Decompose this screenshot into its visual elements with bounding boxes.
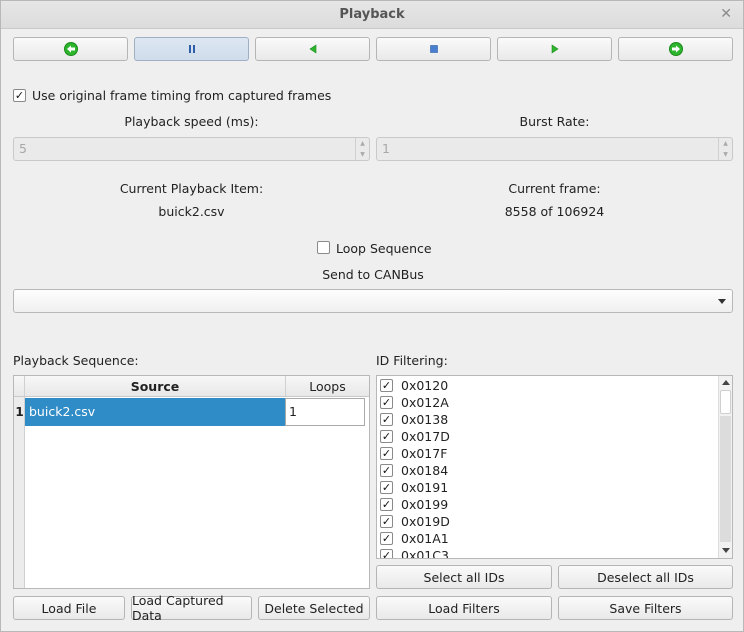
id-filter-label: 0x01C3 [401,548,449,559]
id-filter-label: 0x017D [401,429,450,444]
playback-sequence-table[interactable]: Source Loops 1 buick2.csv 1 [13,375,370,589]
id-filter-checkbox[interactable]: ✓ [380,396,393,409]
id-filter-checkbox[interactable]: ✓ [380,413,393,426]
current-frame-value: 8558 of 106924 [504,204,605,219]
id-filter-checkbox[interactable]: ✓ [380,532,393,545]
id-filter-item[interactable]: ✓ 0x017D [380,428,450,445]
table-header: Source Loops [14,376,369,397]
id-filter-label: 0x0120 [401,378,449,393]
id-filter-item[interactable]: ✓ 0x0120 [380,377,448,394]
id-filter-checkbox[interactable]: ✓ [380,430,393,443]
id-filter-checkbox[interactable]: ✓ [380,481,393,494]
spin-arrows-icon[interactable]: ▲ ▼ [355,138,369,160]
save-filters-button[interactable]: Save Filters [558,596,733,620]
id-filter-checkbox[interactable]: ✓ [380,379,393,392]
burst-rate-spinbox[interactable]: 1 ▲ ▼ [376,137,733,161]
step-forward-button[interactable] [618,37,733,61]
playback-window: Playback ✕ ✓ Use original frame timing f… [0,0,744,632]
burst-rate-label: Burst Rate: [519,114,590,129]
source-column-header[interactable]: Source [25,379,285,394]
select-all-ids-button[interactable]: Select all IDs [376,565,552,589]
green-circle-left-arrow-icon [63,42,78,56]
sequence-source-cell[interactable]: buick2.csv [25,398,285,426]
play-reverse-icon [308,44,316,54]
playback-speed-spinbox[interactable]: 5 ▲ ▼ [13,137,370,161]
playback-sequence-label: Playback Sequence: [13,353,139,368]
id-filter-item[interactable]: ✓ 0x01A1 [380,530,449,547]
id-filter-checkbox[interactable]: ✓ [380,447,393,460]
green-circle-right-arrow-icon [668,42,683,56]
id-filtering-label: ID Filtering: [376,353,448,368]
id-filter-list[interactable]: ✓ 0x0120 ✓ 0x012A ✓ 0x0138 ✓ 0x017D ✓ 0x017F ✓ 0x01… [376,375,733,559]
close-icon[interactable]: ✕ [720,6,732,22]
playback-speed-label: Playback speed (ms): [124,114,259,129]
id-filter-item[interactable]: ✓ 0x019D [380,513,450,530]
spin-arrows-icon[interactable]: ▲ ▼ [718,138,732,160]
scroll-track[interactable] [720,416,731,542]
id-filter-item[interactable]: ✓ 0x0184 [380,462,448,479]
id-filter-item[interactable]: ✓ 0x01C3 [380,547,449,559]
play-icon [551,44,559,54]
id-filter-label: 0x019D [401,514,450,529]
title-bar: Playback ✕ [1,1,743,29]
id-filter-label: 0x012A [401,395,449,410]
id-filter-label: 0x0191 [401,480,449,495]
current-item-value: buick2.csv [158,204,225,219]
current-frame-label: Current frame: [508,181,601,196]
id-filter-item[interactable]: ✓ 0x0138 [380,411,448,428]
id-filter-item[interactable]: ✓ 0x0191 [380,479,448,496]
id-filter-label: 0x0184 [401,463,449,478]
id-filter-item[interactable]: ✓ 0x0199 [380,496,448,513]
playback-speed-value: 5 [19,141,27,156]
scroll-thumb[interactable] [720,390,731,414]
deselect-all-ids-button[interactable]: Deselect all IDs [558,565,733,589]
id-filter-label: 0x017F [401,446,448,461]
reverse-play-button[interactable] [255,37,370,61]
pause-icon [188,45,195,53]
play-button[interactable] [497,37,612,61]
burst-rate-value: 1 [382,141,390,156]
original-timing-label: Use original frame timing from captured … [32,88,332,103]
id-filter-checkbox[interactable]: ✓ [380,515,393,528]
original-timing-checkbox[interactable]: ✓ [13,89,26,102]
scroll-down-icon[interactable] [722,548,730,553]
corner-header [14,376,25,396]
loop-sequence-label: Loop Sequence [336,241,432,256]
id-filter-label: 0x0138 [401,412,449,427]
load-filters-button[interactable]: Load Filters [376,596,552,620]
stop-button[interactable] [376,37,491,61]
id-filter-label: 0x01A1 [401,531,449,546]
stop-icon [429,45,438,53]
sequence-loops-cell[interactable]: 1 [285,398,365,426]
id-filter-checkbox[interactable]: ✓ [380,464,393,477]
id-filter-checkbox[interactable]: ✓ [380,498,393,511]
current-item-label: Current Playback Item: [119,181,264,196]
load-captured-data-button[interactable]: Load Captured Data [131,593,252,623]
id-filter-label: 0x0199 [401,497,449,512]
load-file-button[interactable]: Load File [13,596,125,620]
scrollbar[interactable] [718,376,732,558]
loops-column-header[interactable]: Loops [286,379,369,394]
row-number: 1 [15,405,24,419]
canbus-select[interactable] [13,289,733,313]
chevron-down-icon [718,299,726,304]
pause-button[interactable] [134,37,249,61]
send-to-canbus-label: Send to CANBus [322,267,424,282]
id-filter-checkbox[interactable]: ✓ [380,549,393,558]
loop-sequence-checkbox[interactable] [317,241,330,254]
scroll-up-icon[interactable] [722,380,730,385]
delete-selected-button[interactable]: Delete Selected [258,596,370,620]
id-filter-item[interactable]: ✓ 0x012A [380,394,449,411]
window-title: Playback [339,7,405,22]
step-back-button[interactable] [13,37,128,61]
id-filter-item[interactable]: ✓ 0x017F [380,445,447,462]
